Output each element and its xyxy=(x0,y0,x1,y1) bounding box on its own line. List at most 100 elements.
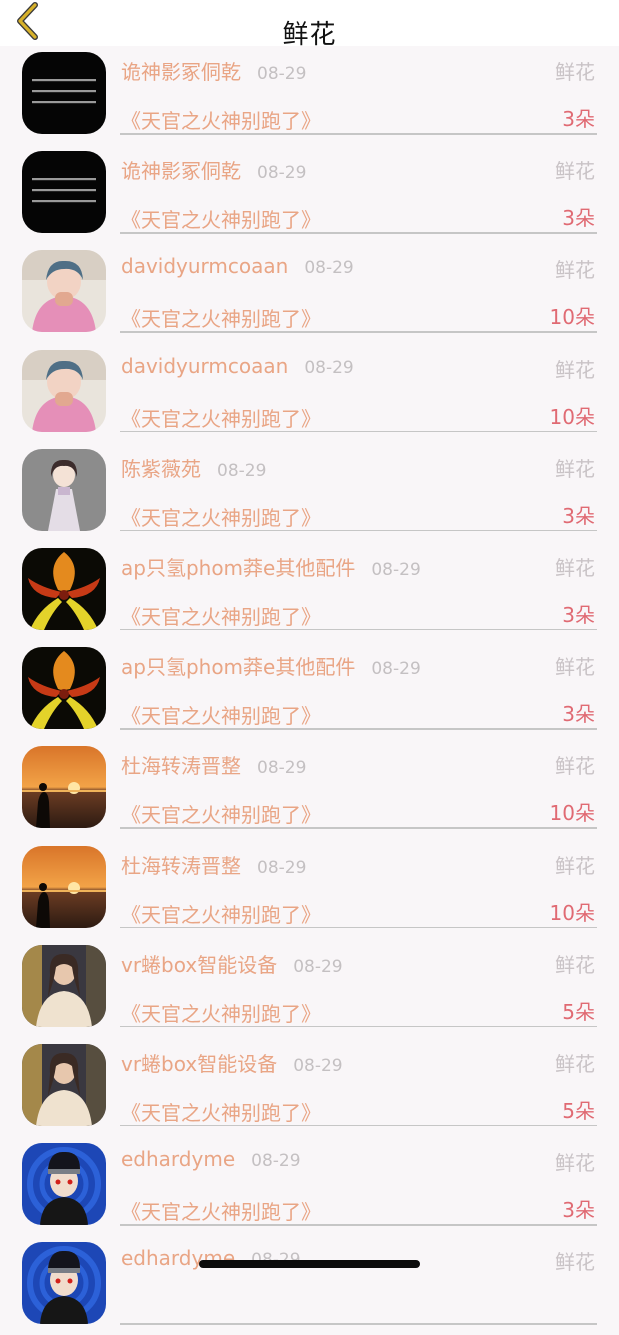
gift-type-label: 鲜花 xyxy=(555,655,595,680)
user-name: 杜海转涛晋整 08-29 xyxy=(121,850,306,879)
row-divider xyxy=(120,728,597,730)
gift-type-label: 鲜花 xyxy=(555,555,595,580)
list-item[interactable]: 诡神影冢侗乾 08-29 鲜花 《天官之火神别跑了》 3朵 xyxy=(0,46,619,145)
list-item[interactable]: vr蜷box智能设备 08-29 鲜花 《天官之火神别跑了》 5朵 xyxy=(0,939,619,1038)
book-title-link[interactable]: 《天官之火神别跑了》 xyxy=(121,204,321,233)
date-label: 08-29 xyxy=(304,258,354,279)
book-title-link[interactable]: 《天官之火神别跑了》 xyxy=(121,403,321,432)
user-name-text: 杜海转涛晋整 xyxy=(121,754,241,779)
user-name-text: edhardyme xyxy=(121,1147,236,1172)
list-item[interactable]: edhardyme 08-29 鲜花 《天官之火神别跑了》 3朵 xyxy=(0,1137,619,1236)
avatar xyxy=(22,746,106,829)
date-label: 08-29 xyxy=(371,559,421,580)
user-name-text: vr蜷box智能设备 xyxy=(121,1051,278,1076)
user-name: ap只氢phom莽e其他配件 08-29 xyxy=(121,552,421,581)
row-divider xyxy=(120,1124,597,1127)
user-name-text: 杜海转涛晋整 xyxy=(121,853,241,878)
user-name-text: 陈紫薇苑 xyxy=(121,456,201,481)
date-label: 08-29 xyxy=(257,163,307,184)
user-name-text: davidyurmcoaan xyxy=(121,353,289,378)
user-name: 陈紫薇苑 08-29 xyxy=(121,453,266,482)
date-label: 08-29 xyxy=(217,460,267,481)
gift-type-label: 鲜花 xyxy=(555,159,595,184)
navigation-bar: 鲜花 xyxy=(0,0,619,50)
gift-type-label: 鲜花 xyxy=(555,853,595,878)
avatar xyxy=(22,1242,106,1325)
gift-type-label: 鲜花 xyxy=(555,258,595,283)
book-title-link[interactable]: 《天官之火神别跑了》 xyxy=(121,303,321,332)
list-item[interactable]: davidyurmcoaan 08-29 鲜花 《天官之火神别跑了》 10朵 xyxy=(0,344,619,443)
gift-type-label: 鲜花 xyxy=(555,60,595,84)
user-name: vr蜷box智能设备 08-29 xyxy=(121,1048,343,1077)
book-title-link[interactable]: 《天官之火神别跑了》 xyxy=(121,502,321,531)
user-name: davidyurmcoaan 08-29 xyxy=(121,354,354,378)
user-name: 杜海转涛晋整 08-29 xyxy=(121,750,306,779)
row-divider xyxy=(120,827,597,829)
gift-count-label: 3朵 xyxy=(562,602,595,627)
date-label: 08-29 xyxy=(304,357,354,378)
date-label: 08-29 xyxy=(251,1151,301,1172)
date-label: 08-29 xyxy=(257,857,307,878)
list-item[interactable]: vr蜷box智能设备 08-29 鲜花 《天官之火神别跑了》 5朵 xyxy=(0,1038,619,1137)
gift-type-label: 鲜花 xyxy=(555,1051,595,1076)
user-name-text: 诡神影冢侗乾 xyxy=(121,159,241,184)
list-item[interactable]: ap只氢phom莽e其他配件 08-29 鲜花 《天官之火神别跑了》 3朵 xyxy=(0,641,619,740)
avatar xyxy=(22,547,106,630)
date-label: 08-29 xyxy=(371,659,421,680)
book-title-link[interactable]: 《天官之火神别跑了》 xyxy=(121,799,321,828)
gift-type-label: 鲜花 xyxy=(555,456,595,481)
user-name: davidyurmcoaan 08-29 xyxy=(121,254,354,278)
avatar xyxy=(22,52,106,134)
avatar xyxy=(22,1143,106,1226)
row-divider xyxy=(120,133,597,135)
gift-count-label: 3朵 xyxy=(562,107,595,131)
list-item[interactable]: 杜海转涛晋整 08-29 鲜花 《天官之火神别跑了》 10朵 xyxy=(0,840,619,939)
list-item[interactable]: 陈紫薇苑 08-29 鲜花 《天官之火神别跑了》 3朵 xyxy=(0,443,619,542)
gift-count-label: 10朵 xyxy=(549,900,595,925)
avatar xyxy=(22,349,106,432)
row-divider xyxy=(120,628,597,631)
list-item[interactable]: edhardyme08-29 鲜花 xyxy=(0,1236,619,1335)
user-name-text: 诡神影冢侗乾 xyxy=(121,60,241,84)
list-item[interactable]: ap只氢phom莽e其他配件 08-29 鲜花 《天官之火神别跑了》 3朵 xyxy=(0,542,619,641)
book-title-link[interactable]: 《天官之火神别跑了》 xyxy=(121,601,321,630)
date-label: 08-29 xyxy=(257,64,307,84)
list-item[interactable]: 杜海转涛晋整 08-29 鲜花 《天官之火神别跑了》 10朵 xyxy=(0,740,619,839)
row-divider xyxy=(120,1025,597,1028)
book-title-link[interactable]: 《天官之火神别跑了》 xyxy=(121,899,321,928)
row-divider xyxy=(120,331,597,333)
home-indicator xyxy=(199,1260,420,1268)
avatar xyxy=(22,845,106,928)
book-title-link[interactable]: 《天官之火神别跑了》 xyxy=(121,1097,321,1126)
book-title-link[interactable]: 《天官之火神别跑了》 xyxy=(121,700,321,729)
avatar xyxy=(22,1043,106,1126)
user-name: 诡神影冢侗乾 08-29 xyxy=(121,155,306,184)
row-divider xyxy=(120,1323,597,1325)
book-title-link[interactable]: 《天官之火神别跑了》 xyxy=(121,105,321,134)
list-item[interactable]: 诡神影冢侗乾 08-29 鲜花 《天官之火神别跑了》 3朵 xyxy=(0,145,619,244)
user-name: vr蜷box智能设备 08-29 xyxy=(121,949,343,978)
user-name: 诡神影冢侗乾 08-29 xyxy=(121,56,306,85)
user-name: ap只氢phom莽e其他配件 08-29 xyxy=(121,651,421,680)
gift-count-label: 5朵 xyxy=(562,1098,595,1123)
user-name-text: davidyurmcoaan xyxy=(121,254,289,279)
gift-record-list: 诡神影冢侗乾 08-29 鲜花 《天官之火神别跑了》 3朵 诡神影冢侗乾 08-29… xyxy=(0,46,619,1335)
gift-type-label: 鲜花 xyxy=(555,952,595,977)
avatar xyxy=(22,250,106,333)
user-name-text: ap只氢phom莽e其他配件 xyxy=(121,655,356,680)
date-label: 08-29 xyxy=(257,758,307,779)
gift-count-label: 10朵 xyxy=(549,305,595,330)
gift-type-label: 鲜花 xyxy=(555,754,595,779)
gift-count-label: 3朵 xyxy=(562,503,595,528)
gift-count-label: 3朵 xyxy=(562,206,595,231)
gift-count-label: 3朵 xyxy=(562,702,595,727)
list-item[interactable]: davidyurmcoaan 08-29 鲜花 《天官之火神别跑了》 10朵 xyxy=(0,244,619,343)
gift-count-label: 5朵 xyxy=(562,999,595,1024)
date-label: 08-29 xyxy=(293,1055,343,1076)
book-title-link[interactable]: 《天官之火神别跑了》 xyxy=(121,998,321,1027)
row-divider xyxy=(120,529,597,532)
gift-count-label: 3朵 xyxy=(562,1198,595,1223)
book-title-link[interactable]: 《天官之火神别跑了》 xyxy=(121,1196,321,1225)
gift-type-label: 鲜花 xyxy=(555,357,595,382)
avatar xyxy=(22,647,106,730)
